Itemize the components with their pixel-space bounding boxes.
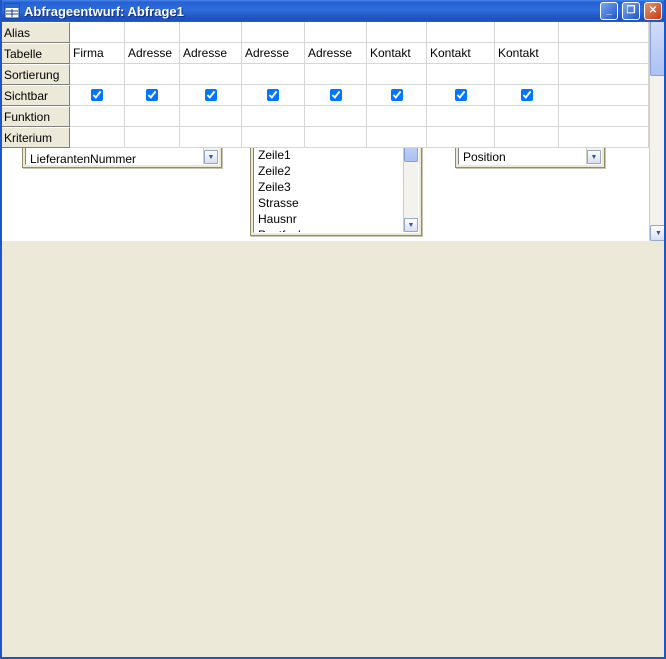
criteria-row-label-sortierung: Sortierung <box>0 64 70 85</box>
criteria-row-label-funktion: Funktion <box>0 106 70 127</box>
criteria-cell-sortierung[interactable] <box>125 64 180 85</box>
criteria-cell-funktion[interactable] <box>180 106 242 127</box>
criteria-cell-kriterium[interactable] <box>125 127 180 148</box>
criteria-cell-kriterium[interactable] <box>180 127 242 148</box>
criteria-cell-kriterium[interactable] <box>427 127 495 148</box>
visible-checkbox[interactable] <box>267 89 279 101</box>
criteria-cell-alias[interactable] <box>70 22 125 43</box>
criteria-row-label-kriterium: Kriterium <box>0 127 70 148</box>
criteria-cell-tabelle[interactable]: Kontakt <box>367 43 427 64</box>
criteria-grid: Feld Name Zeile1 Zeile2 Strasse Hausnr T… <box>0 0 649 147</box>
criteria-cell-alias[interactable] <box>559 22 649 43</box>
criteria-cell-tabelle[interactable]: Adresse <box>305 43 367 64</box>
criteria-cell-funktion[interactable] <box>125 106 180 127</box>
field-name: Zeile1 <box>258 148 291 162</box>
criteria-cell-tabelle[interactable]: Kontakt <box>427 43 495 64</box>
scroll-down-icon[interactable]: ▼ <box>404 218 418 232</box>
visible-checkbox[interactable] <box>330 89 342 101</box>
app-window-icon[interactable] <box>4 3 20 19</box>
field-name: Hausnr <box>258 212 297 226</box>
criteria-cell-tabelle[interactable]: Kontakt <box>495 43 559 64</box>
criteria-cell-alias[interactable] <box>495 22 559 43</box>
criteria-cell-kriterium[interactable] <box>495 127 559 148</box>
criteria-cell-funktion[interactable] <box>70 106 125 127</box>
field-item[interactable]: Zeile3 <box>254 179 403 195</box>
scroll-down-icon[interactable]: ▼ <box>204 150 218 164</box>
field-item[interactable]: Strasse <box>254 195 403 211</box>
scroll-down-icon[interactable]: ▼ <box>650 225 666 241</box>
close-button[interactable]: ✕ <box>644 2 662 20</box>
criteria-cell-funktion[interactable] <box>305 106 367 127</box>
criteria-row-label-tabelle: Tabelle <box>0 43 70 64</box>
criteria-cell-funktion[interactable] <box>559 106 649 127</box>
scroll-down-icon[interactable]: ▼ <box>587 150 601 164</box>
criteria-cell-sortierung[interactable] <box>495 64 559 85</box>
window-title: Abfrageentwurf: Abfrage1 <box>24 4 596 19</box>
criteria-cell-kriterium[interactable] <box>305 127 367 148</box>
maximize-button[interactable]: ❐ <box>622 2 640 20</box>
criteria-cell-alias[interactable] <box>367 22 427 43</box>
visible-checkbox[interactable] <box>521 89 533 101</box>
criteria-cell-sortierung[interactable] <box>180 64 242 85</box>
criteria-cell-sichtbar <box>125 85 180 106</box>
criteria-cell-funktion[interactable] <box>495 106 559 127</box>
field-name: Position <box>463 150 506 164</box>
visible-checkbox[interactable] <box>455 89 467 101</box>
criteria-cell-kriterium[interactable] <box>559 127 649 148</box>
criteria-cell-alias[interactable] <box>427 22 495 43</box>
criteria-cell-kriterium[interactable] <box>367 127 427 148</box>
design-vertical-scrollbar[interactable]: ▲ ▼ <box>649 0 666 241</box>
field-name: Strasse <box>258 196 299 210</box>
title-bar[interactable]: Abfrageentwurf: Abfrage1 _ ❐ ✕ <box>0 0 666 22</box>
criteria-row-label-sichtbar: Sichtbar <box>0 85 70 106</box>
criteria-cell-sortierung[interactable] <box>367 64 427 85</box>
field-name: Postfach <box>258 228 305 232</box>
criteria-cell-tabelle[interactable]: Adresse <box>242 43 305 64</box>
criteria-cell-funktion[interactable] <box>367 106 427 127</box>
criteria-cell-alias[interactable] <box>180 22 242 43</box>
field-item[interactable]: Zeile1 <box>254 147 403 163</box>
criteria-cell-sortierung[interactable] <box>305 64 367 85</box>
criteria-cell-funktion[interactable] <box>242 106 305 127</box>
criteria-cell-alias[interactable] <box>125 22 180 43</box>
criteria-cell-sichtbar <box>495 85 559 106</box>
criteria-cell-sortierung[interactable] <box>559 64 649 85</box>
visible-checkbox[interactable] <box>391 89 403 101</box>
field-item[interactable]: Postfach <box>254 227 403 232</box>
minimize-button[interactable]: _ <box>600 2 618 20</box>
criteria-cell-alias[interactable] <box>242 22 305 43</box>
criteria-cell-tabelle[interactable]: Adresse <box>180 43 242 64</box>
criteria-row-label-alias: Alias <box>0 22 70 43</box>
field-item[interactable]: Zeile2 <box>254 163 403 179</box>
criteria-cell-kriterium[interactable] <box>242 127 305 148</box>
criteria-cell-sortierung[interactable] <box>70 64 125 85</box>
visible-checkbox[interactable] <box>91 89 103 101</box>
criteria-cell-sortierung[interactable] <box>427 64 495 85</box>
criteria-cell-tabelle[interactable]: Firma <box>70 43 125 64</box>
field-item[interactable]: Hausnr <box>254 211 403 227</box>
field-name: LieferantenNummer <box>30 152 136 164</box>
criteria-cell-sichtbar <box>242 85 305 106</box>
criteria-cell-funktion[interactable] <box>427 106 495 127</box>
field-name: Zeile2 <box>258 164 291 178</box>
field-item[interactable]: Position <box>459 149 586 164</box>
criteria-cell-tabelle[interactable]: Adresse <box>125 43 180 64</box>
criteria-cell-sichtbar[interactable] <box>559 85 649 106</box>
visible-checkbox[interactable] <box>205 89 217 101</box>
field-item[interactable]: LieferantenNummer <box>26 151 203 164</box>
criteria-cell-tabelle[interactable] <box>559 43 649 64</box>
criteria-cell-sortierung[interactable] <box>242 64 305 85</box>
criteria-cell-sichtbar <box>180 85 242 106</box>
visible-checkbox[interactable] <box>146 89 158 101</box>
criteria-cell-sichtbar <box>305 85 367 106</box>
scrollbar-thumb[interactable] <box>650 16 666 76</box>
criteria-cell-sichtbar <box>367 85 427 106</box>
criteria-cell-kriterium[interactable] <box>70 127 125 148</box>
criteria-cell-sichtbar <box>427 85 495 106</box>
field-name: Zeile3 <box>258 180 291 194</box>
criteria-cell-sichtbar <box>70 85 125 106</box>
criteria-cell-alias[interactable] <box>305 22 367 43</box>
